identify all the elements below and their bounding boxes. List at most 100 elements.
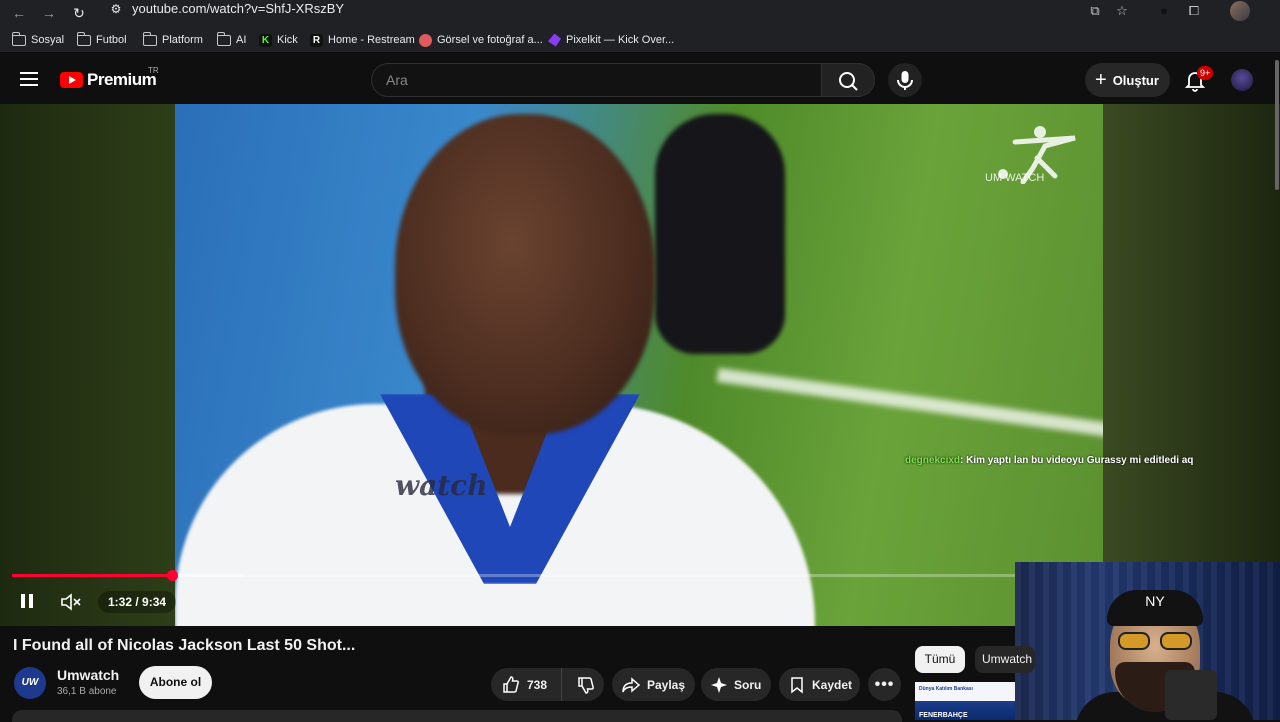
time-display: 1:32 / 9:34 <box>98 591 177 613</box>
video-frame[interactable]: watch UM WATCH <box>175 104 1103 626</box>
progress-bar[interactable] <box>12 570 1015 581</box>
pause-icon <box>21 594 25 608</box>
bookmark-restream[interactable]: R Home - Restream <box>310 31 415 49</box>
bookmark-star-icon[interactable]: ☆ <box>1113 2 1131 20</box>
plus-icon: + <box>1095 68 1107 91</box>
progress-played <box>12 574 173 577</box>
notification-badge: 9+ <box>1197 66 1214 80</box>
video-watermark: watch <box>395 469 488 502</box>
page-scrollbar[interactable] <box>1275 60 1279 190</box>
folder-icon <box>76 31 91 46</box>
chip-all[interactable]: Tümü <box>915 646 965 673</box>
ambient-glow-right <box>1103 104 1280 626</box>
thumbnail-sponsor-text: Dünya Katılım Bankası <box>919 686 973 692</box>
chat-text: : Kim yaptı lan bu videoyu Gurassy mi ed… <box>960 455 1194 466</box>
save-button[interactable]: Kaydet <box>779 668 860 701</box>
channel-logo-overlay: UM WATCH <box>985 124 1085 204</box>
youtube-logo[interactable]: Premium <box>60 70 157 90</box>
youtube-play-icon <box>60 72 83 88</box>
video-title: I Found all of Nicolas Jackson Last 50 S… <box>13 637 356 654</box>
bookmark-ai[interactable]: AI <box>216 31 246 49</box>
thumbs-down-icon <box>578 676 594 694</box>
chat-overlay-message: degnekcixd: Kim yaptı lan bu videoyu Gur… <box>905 455 1193 466</box>
address-bar[interactable]: ⚙ youtube.com/watch?v=ShfJ-XRszBY <box>100 0 1080 20</box>
create-button[interactable]: + Oluştur <box>1085 63 1170 97</box>
search-button[interactable] <box>821 63 875 97</box>
like-dislike-group: 738 <box>491 668 604 701</box>
channel-avatar[interactable]: UW <box>14 667 46 699</box>
volume-muted-icon <box>61 593 81 611</box>
pause-button[interactable] <box>18 592 38 612</box>
restream-icon: R <box>310 33 323 47</box>
share-label: Paylaş <box>647 677 686 692</box>
share-arrow-icon <box>622 676 641 693</box>
bookmark-sosyal[interactable]: Sosyal <box>11 31 64 49</box>
webcam-glasses <box>1118 632 1194 650</box>
pixelkit-icon <box>548 33 561 47</box>
chat-username: degnekcixd <box>905 455 961 466</box>
like-button[interactable]: 738 <box>491 668 562 701</box>
brand-name: Premium <box>87 70 157 89</box>
search-box <box>371 63 823 97</box>
create-label: Oluştur <box>1112 72 1159 88</box>
bookmark-icon <box>791 676 803 694</box>
browser-toolbar: ← → ↻ ⚙ youtube.com/watch?v=ShfJ-XRszBY … <box>0 0 1280 28</box>
goalkeeper-glove <box>655 114 785 354</box>
back-arrow-icon[interactable]: ← <box>8 2 30 24</box>
video-player[interactable]: watch UM WATCH degnekcixd: Kim yaptı lan… <box>0 104 1280 626</box>
more-dots-icon: ••• <box>874 675 895 693</box>
subscribe-button[interactable]: Abone ol <box>139 666 212 699</box>
pitch-line <box>716 367 1103 455</box>
channel-logo-text: UM WATCH <box>985 172 1045 184</box>
user-avatar[interactable] <box>1231 69 1253 91</box>
share-button[interactable]: Paylaş <box>612 668 695 701</box>
folder-icon <box>142 31 157 46</box>
streamer-webcam: NY <box>1015 562 1280 720</box>
image-site-icon <box>419 33 432 47</box>
folder-icon <box>11 31 26 46</box>
more-actions-button[interactable]: ••• <box>868 668 901 701</box>
thumbs-up-icon <box>503 675 519 693</box>
country-code: TR <box>148 66 159 75</box>
channel-name[interactable]: Umwatch <box>57 667 119 683</box>
bookmark-image-site[interactable]: Görsel ve fotoğraf a... <box>419 31 543 49</box>
kick-icon: K <box>259 33 272 47</box>
bookmark-futbol[interactable]: Futbol <box>76 31 127 49</box>
related-video-thumbnail[interactable]: Dünya Katılım Bankası FENERBAHÇE <box>915 682 1015 720</box>
install-app-icon[interactable]: ⧉ <box>1086 2 1104 20</box>
pause-icon-bar <box>29 594 33 608</box>
extension-dot-icon[interactable]: ● <box>1155 2 1173 20</box>
player-head <box>395 114 655 434</box>
bookmark-pixelkit[interactable]: Pixelkit — Kick Over... <box>548 31 674 49</box>
browser-profile-avatar[interactable] <box>1230 1 1250 21</box>
site-info-icon[interactable]: ⚙ <box>108 1 124 17</box>
extensions-puzzle-icon[interactable]: ⧠ <box>1185 2 1203 20</box>
bookmark-platform[interactable]: Platform <box>142 31 203 49</box>
chip-umwatch[interactable]: Umwatch <box>975 646 1035 673</box>
ambient-glow-left <box>0 104 175 626</box>
bookmark-kick[interactable]: K Kick <box>259 31 298 49</box>
description-box[interactable] <box>12 710 902 722</box>
subscriber-count: 36,1 B abone <box>57 686 117 697</box>
ask-button[interactable]: Soru <box>701 668 771 701</box>
voice-search-button[interactable] <box>888 63 922 97</box>
ask-label: Soru <box>734 677 762 692</box>
webcam-cap: NY <box>1107 590 1203 626</box>
search-input[interactable] <box>386 64 806 96</box>
dislike-button[interactable] <box>568 668 604 701</box>
menu-icon[interactable] <box>20 70 40 86</box>
like-count: 738 <box>527 677 548 692</box>
webcam-microphone <box>1165 670 1217 720</box>
url-text: youtube.com/watch?v=ShfJ-XRszBY <box>132 1 345 16</box>
thumbnail-title-text: FENERBAHÇE <box>919 712 968 719</box>
forward-arrow-icon[interactable]: → <box>38 2 60 24</box>
sparkle-icon <box>711 676 727 693</box>
folder-icon <box>216 31 231 46</box>
mute-button[interactable] <box>60 592 82 612</box>
bookmarks-bar: Sosyal Futbol Platform AI K Kick R Home … <box>0 28 1280 52</box>
microphone-icon <box>897 71 913 90</box>
cap-logo: NY <box>1145 593 1165 609</box>
search-icon <box>839 72 858 91</box>
save-label: Kaydet <box>812 677 853 692</box>
reload-icon[interactable]: ↻ <box>68 2 90 24</box>
